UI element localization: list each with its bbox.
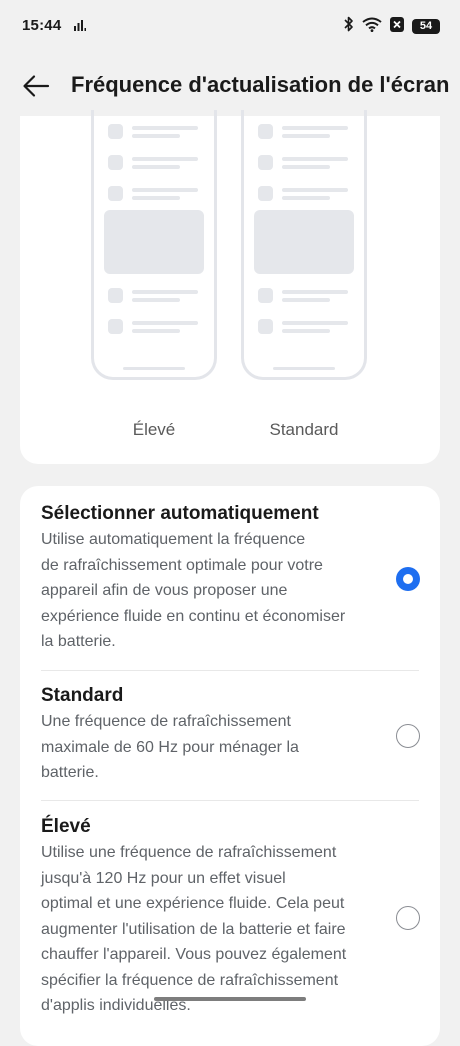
- wifi-icon: [362, 17, 382, 37]
- option-high-radio[interactable]: [396, 906, 420, 930]
- status-bar: 15:44 54: [0, 0, 460, 52]
- app-header: Fréquence d'actualisation de l'écran: [0, 60, 460, 112]
- option-standard-description: Une fréquence de rafraîchissement maxima…: [41, 713, 299, 781]
- option-standard-radio[interactable]: [396, 724, 420, 748]
- arrow-left-icon: [23, 75, 50, 97]
- signal-bars-icon: [74, 20, 86, 31]
- high-rate-preview-phone: [91, 110, 217, 380]
- standard-rate-preview-phone: [241, 110, 367, 380]
- option-standard-title: Standard: [41, 685, 124, 706]
- option-auto-description: Utilise automatiquement la fréquence de …: [41, 531, 346, 650]
- option-high-description: Utilise une fréquence de rafraîchissemen…: [41, 844, 347, 1014]
- sim-x-icon: [390, 16, 404, 37]
- divider: [41, 800, 419, 801]
- divider: [41, 670, 419, 671]
- preview-label-standard: Standard: [269, 420, 339, 439]
- option-high-title: Élevé: [41, 816, 91, 837]
- home-indicator[interactable]: [154, 997, 306, 1001]
- option-auto-title: Sélectionner automatiquement: [41, 503, 319, 524]
- status-time: 15:44: [22, 17, 62, 34]
- back-button[interactable]: [20, 70, 52, 102]
- refresh-rate-preview-card: Élevé Standard: [20, 110, 440, 464]
- refresh-rate-options-card: Sélectionner automatiquement Utilise aut…: [20, 486, 440, 1046]
- battery-icon: 54: [412, 19, 440, 34]
- preview-label-high: Élevé: [132, 420, 176, 439]
- option-standard[interactable]: Standard Une fréquence de rafraîchisseme…: [41, 685, 440, 786]
- bluetooth-icon: [344, 16, 354, 37]
- option-high[interactable]: Élevé Utilise une fréquence de rafraîchi…: [41, 816, 440, 1019]
- page-title: Fréquence d'actualisation de l'écran: [71, 72, 450, 97]
- option-auto-radio[interactable]: [396, 567, 420, 591]
- option-auto[interactable]: Sélectionner automatiquement Utilise aut…: [41, 503, 440, 655]
